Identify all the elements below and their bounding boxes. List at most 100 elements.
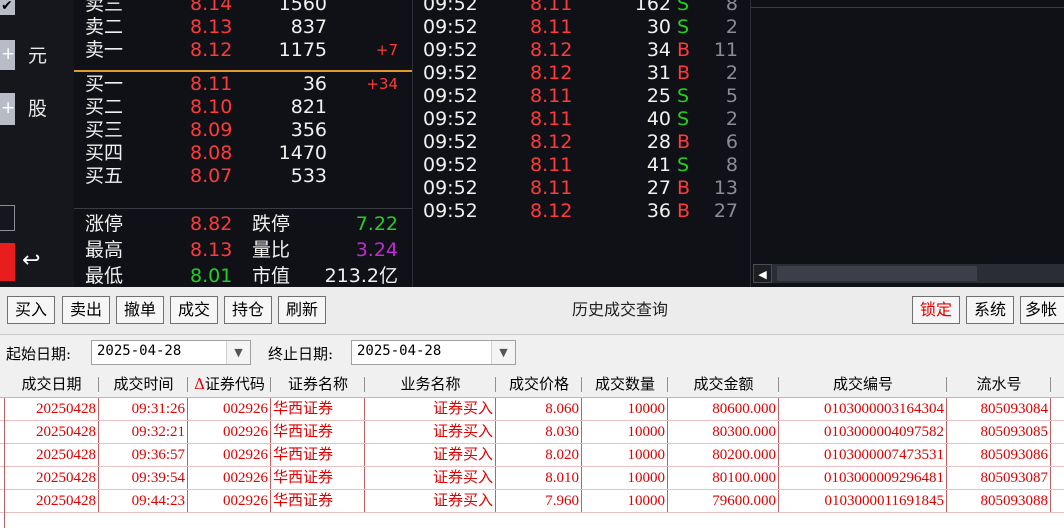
- tick-qty: 40: [646, 108, 671, 130]
- stats-row: 最高 8.13 量比 3.24: [74, 239, 412, 262]
- table-row[interactable]: 20250428 09:31:26 002926 华西证券 证券买入 8.060 10000…: [0, 398, 1064, 421]
- level-price: 8.13: [190, 16, 233, 38]
- start-date-picker[interactable]: 2025-04-28 ▼: [91, 340, 251, 365]
- toolbar: 买入 卖出 撤单 成交 持仓 刷新 历史成交查询 锁定 系统 多帐: [0, 287, 1064, 335]
- level-price: 8.12: [190, 39, 233, 61]
- check-box[interactable]: ✔: [0, 0, 15, 15]
- column-divider[interactable]: [495, 377, 496, 392]
- deal-button[interactable]: 成交: [170, 296, 218, 324]
- tick-time: 09:52: [423, 177, 478, 199]
- position-button[interactable]: 持仓: [224, 296, 272, 324]
- column-divider[interactable]: [778, 377, 779, 392]
- tick-price: 8.11: [530, 85, 573, 107]
- table-cell: 20250428: [4, 490, 99, 512]
- scroll-thumb[interactable]: [777, 266, 977, 281]
- table-row[interactable]: 20250428 09:36:57 002926 华西证券 证券买入 8.020 10000…: [0, 444, 1064, 467]
- quote-panel: ✔ + 元 + 股 ↩ 卖三 8.14 1560 卖二 8.13 837 卖一 8.12 117…: [0, 0, 1064, 287]
- column-divider[interactable]: [270, 377, 271, 392]
- tick-price: 8.12: [530, 200, 573, 222]
- system-button[interactable]: 系统: [966, 296, 1014, 324]
- tick-qty: 30: [646, 16, 671, 38]
- level-price: 8.09: [190, 119, 233, 141]
- table-cell: 09:39:54: [99, 467, 188, 489]
- tick-time: 09:52: [423, 85, 478, 107]
- multi-account-button[interactable]: 多帐: [1020, 296, 1064, 324]
- column-divider[interactable]: [187, 377, 188, 392]
- tick-qty: 28: [646, 131, 671, 153]
- cancel-order-button[interactable]: 撤单: [116, 296, 164, 324]
- price-increment-button[interactable]: +: [0, 40, 15, 70]
- table-cell: 09:44:23: [99, 490, 188, 512]
- tick-direction: S: [677, 0, 690, 15]
- lock-button[interactable]: 锁定: [912, 296, 960, 324]
- column-divider[interactable]: [581, 377, 582, 392]
- column-header[interactable]: 成交数量: [582, 371, 668, 398]
- column-header[interactable]: 委: [1051, 371, 1064, 398]
- tick-direction: S: [677, 85, 690, 107]
- tick-qty: 41: [646, 154, 671, 176]
- table-cell: 80100.000: [668, 467, 779, 489]
- level-label: 买三: [85, 119, 124, 141]
- red-action-button[interactable]: [0, 243, 15, 281]
- chevron-down-icon[interactable]: ▼: [491, 341, 515, 364]
- column-header[interactable]: 成交价格: [496, 371, 582, 398]
- column-divider[interactable]: [364, 377, 365, 392]
- column-header[interactable]: 成交编号: [779, 371, 947, 398]
- table-cell: 证券买入: [365, 467, 496, 489]
- table-header: 成交日期 成交时间 Δ证券代码 证券名称 业务名称 成交价格 成交数量 成交金额 成交编号 流水号…: [0, 371, 1064, 398]
- tick-row: 09:52 8.12 34 B 11: [413, 39, 751, 62]
- scroll-left-icon[interactable]: ◀: [753, 264, 772, 283]
- stats-row: 涨停 8.82 跌停 7.22: [74, 213, 412, 236]
- table-cell: 20250428: [4, 421, 99, 443]
- end-date-picker[interactable]: 2025-04-28 ▼: [351, 340, 516, 365]
- table-cell: 805093088: [947, 490, 1051, 512]
- return-icon[interactable]: ↩: [22, 250, 40, 272]
- column-header[interactable]: 证券名称: [271, 371, 365, 398]
- table-cell: 20250428: [4, 398, 99, 420]
- column-header[interactable]: 成交时间: [99, 371, 188, 398]
- column-divider[interactable]: [1050, 377, 1051, 392]
- table-row[interactable]: 20250428 09:39:54 002926 华西证券 证券买入 8.010 10000…: [0, 467, 1064, 490]
- check-icon: ✔: [1, 0, 13, 14]
- column-header-label: 证券代码: [204, 375, 265, 393]
- tick-time: 09:52: [423, 200, 478, 222]
- table-cell: 证券买入: [365, 444, 496, 466]
- column-header[interactable]: 流水号: [947, 371, 1051, 398]
- tick-row: 09:52 8.11 41 S 8: [413, 154, 751, 177]
- column-header[interactable]: Δ证券代码: [188, 371, 271, 398]
- level-volume: 1470: [278, 142, 327, 164]
- stat-value: 8.13: [190, 239, 233, 261]
- history-window: 买入 卖出 撤单 成交 持仓 刷新 历史成交查询 锁定 系统 多帐 起始日期: …: [0, 287, 1064, 528]
- plus-icon: +: [1, 98, 16, 118]
- table-cell: 10000: [582, 444, 668, 466]
- tick-direction: S: [677, 16, 690, 38]
- table-cell: 10000: [582, 490, 668, 512]
- sell-button[interactable]: 卖出: [62, 296, 110, 324]
- table-cell: 10000: [582, 467, 668, 489]
- column-header[interactable]: 成交日期: [4, 371, 99, 398]
- start-date-value: 2025-04-28: [97, 343, 182, 359]
- stats-row: 最低 8.01 市值 213.2亿: [74, 265, 412, 287]
- column-divider[interactable]: [946, 377, 947, 392]
- quantity-increment-button[interactable]: +: [0, 93, 15, 125]
- tick-qty: 34: [646, 39, 671, 61]
- column-header[interactable]: 成交金额: [668, 371, 779, 398]
- tick-direction: S: [677, 154, 690, 176]
- level-label: 买五: [85, 165, 124, 187]
- tick-time: 09:52: [423, 39, 478, 61]
- order-book-row: 卖一 8.12 1175 +7: [74, 39, 412, 62]
- table-row[interactable]: 20250428 09:44:23 002926 华西证券 证券买入 7.960 10000…: [0, 490, 1064, 513]
- tick-price: 8.11: [530, 0, 573, 15]
- level-price: 8.14: [190, 0, 233, 15]
- buy-button[interactable]: 买入: [7, 296, 55, 324]
- stat-label: 市值: [252, 265, 291, 287]
- column-divider[interactable]: [667, 377, 668, 392]
- horizontal-scrollbar[interactable]: ◀: [753, 264, 1064, 283]
- table-row[interactable]: 20250428 09:32:21 002926 华西证券 证券买入 8.030 10000…: [0, 421, 1064, 444]
- refresh-small-button[interactable]: [0, 205, 15, 231]
- column-divider[interactable]: [98, 377, 99, 392]
- column-header[interactable]: 业务名称: [365, 371, 496, 398]
- refresh-button[interactable]: 刷新: [278, 296, 326, 324]
- chevron-down-icon[interactable]: ▼: [226, 341, 250, 364]
- table-cell: 09:36:57: [99, 444, 188, 466]
